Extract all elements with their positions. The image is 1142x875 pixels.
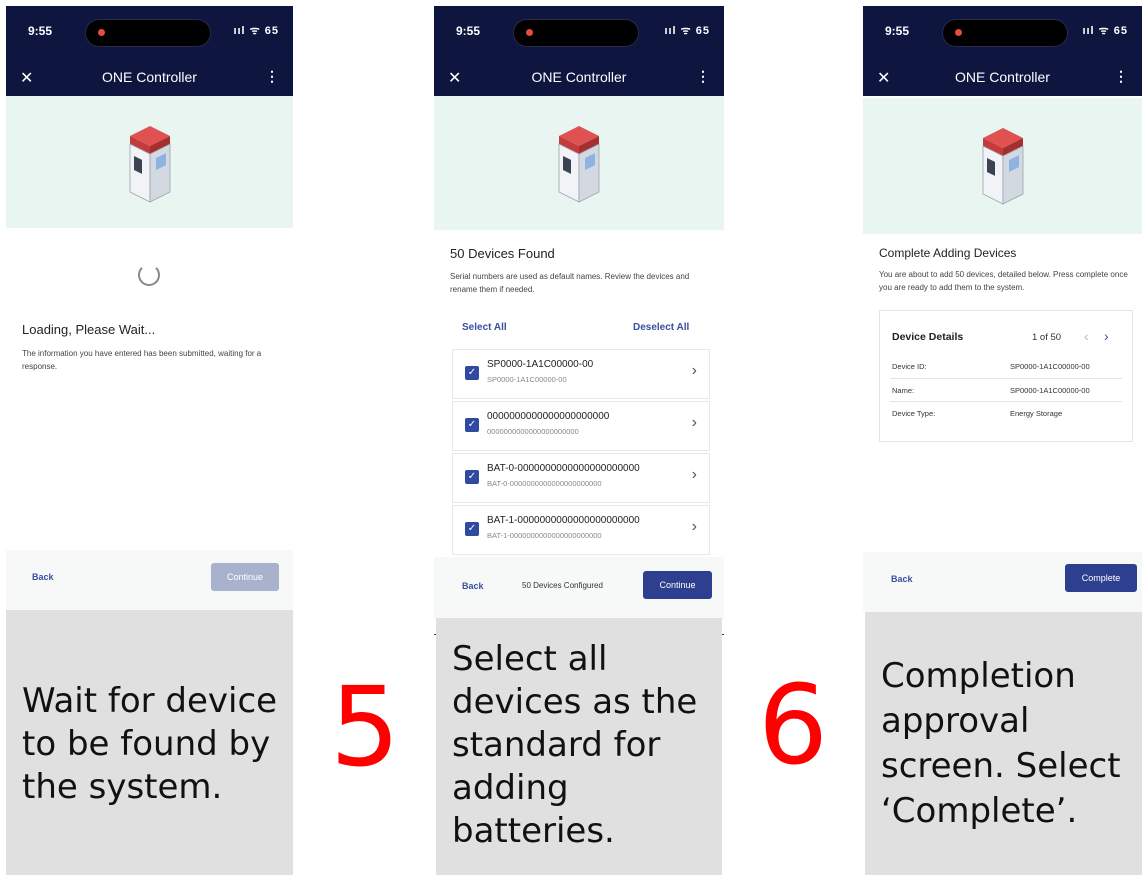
phone-screen-loading: 9:55 ııl ᯤ 65 ✕ ONE Controller ⋮ Loading… xyxy=(6,6,293,610)
device-list-item[interactable]: ✓ BAT-1-0000000000000000000000 BAT-1-000… xyxy=(452,505,710,555)
device-serial: BAT-0-0000000000000000000000 xyxy=(487,479,602,488)
signal-battery-icons: ııl ᯤ 65 xyxy=(1082,25,1128,37)
phone-screen-devices-found: 9:55 ııl ᯤ 65 ✕ ONE Controller ⋮ 50 Devi… xyxy=(434,6,724,635)
checked-checkbox-icon[interactable]: ✓ xyxy=(465,522,479,536)
continue-button[interactable]: Continue xyxy=(643,571,712,599)
detail-key: Device ID: xyxy=(892,362,927,371)
complete-message: You are about to add 50 devices, detaile… xyxy=(879,270,1128,292)
app-bar: ✕ ONE Controller ⋮ xyxy=(434,60,724,96)
recording-dot-icon xyxy=(955,29,962,36)
chevron-right-icon[interactable]: › xyxy=(692,414,697,432)
checked-checkbox-icon[interactable]: ✓ xyxy=(465,418,479,432)
device-name: BAT-1-0000000000000000000000 xyxy=(487,515,640,526)
loading-spinner xyxy=(138,264,160,286)
app-title: ONE Controller xyxy=(955,69,1050,85)
app-title: ONE Controller xyxy=(531,69,627,85)
device-name: SP0000-1A1C00000-00 xyxy=(487,359,594,370)
device-serial: SP0000-1A1C00000-00 xyxy=(487,375,567,384)
device-serial: BAT-1-0000000000000000000000 xyxy=(487,531,602,540)
controller-cabinet-icon xyxy=(982,128,1023,205)
back-button[interactable]: Back xyxy=(32,572,54,582)
detail-value: Energy Storage xyxy=(1010,409,1063,418)
chevron-right-icon[interactable]: › xyxy=(692,518,697,536)
status-time: 9:55 xyxy=(456,24,481,38)
more-menu-icon[interactable]: ⋮ xyxy=(1114,68,1128,85)
devices-found-message: Serial numbers are used as default names… xyxy=(450,272,690,294)
checked-checkbox-icon[interactable]: ✓ xyxy=(465,470,479,484)
controller-cabinet-icon xyxy=(129,126,170,203)
signal-battery-icons: ııl ᯤ 65 xyxy=(664,25,710,37)
pager-text: 1 of 50 xyxy=(1032,332,1062,343)
signal-battery-icons: ııl ᯤ 65 xyxy=(233,25,279,37)
step-number-5: 5 xyxy=(330,663,400,791)
device-illustration-banner xyxy=(434,96,724,230)
app-title: ONE Controller xyxy=(102,69,197,85)
device-details-card: Device Details 1 of 50 ‹ › Device ID: SP… xyxy=(879,310,1133,442)
chevron-right-icon[interactable]: › xyxy=(1104,328,1109,344)
continue-button-disabled[interactable]: Continue xyxy=(211,563,279,591)
complete-button[interactable]: Complete xyxy=(1065,564,1137,592)
detail-value: SP0000-1A1C00000-00 xyxy=(1010,362,1090,371)
bottom-action-bar: Back Continue xyxy=(6,550,293,610)
detail-value: SP0000-1A1C00000-00 xyxy=(1010,386,1090,395)
chevron-right-icon[interactable]: › xyxy=(692,362,697,380)
device-illustration-banner xyxy=(6,96,293,228)
loading-heading: Loading, Please Wait... xyxy=(22,322,156,337)
detail-key: Name: xyxy=(892,386,915,395)
chevron-right-icon[interactable]: › xyxy=(692,466,697,484)
deselect-all-link[interactable]: Deselect All xyxy=(633,322,689,333)
device-list-item[interactable]: ✓ BAT-0-0000000000000000000000 BAT-0-000… xyxy=(452,453,710,503)
bottom-action-bar: Back Complete xyxy=(863,552,1142,612)
loading-message: The information you have entered has bee… xyxy=(22,349,262,371)
status-bar: 9:55 ııl ᯤ 65 xyxy=(6,6,293,60)
dynamic-island xyxy=(943,20,1067,46)
more-menu-icon[interactable]: ⋮ xyxy=(265,68,279,85)
devices-configured-count: 50 Devices Configured xyxy=(522,581,603,590)
devices-found-heading: 50 Devices Found xyxy=(450,246,555,261)
recording-dot-icon xyxy=(526,29,533,36)
caption-text: Wait for device to be found by the syste… xyxy=(22,681,278,807)
status-bar: 9:55 ııl ᯤ 65 xyxy=(863,6,1142,60)
chevron-left-icon[interactable]: ‹ xyxy=(1084,328,1089,344)
complete-heading: Complete Adding Devices xyxy=(879,246,1017,260)
status-time: 9:55 xyxy=(885,24,910,38)
dynamic-island xyxy=(514,20,638,46)
caption-step-select: Select all devices as the standard for a… xyxy=(436,618,722,875)
device-name: BAT-0-0000000000000000000000 xyxy=(487,463,640,474)
device-name: 0000000000000000000000 xyxy=(487,411,610,422)
device-serial: 0000000000000000000000 xyxy=(487,427,579,436)
dynamic-island xyxy=(86,20,210,46)
bottom-action-bar: Back 50 Devices Configured Continue xyxy=(434,557,724,619)
caption-text: Completion approval screen. Select ‘Comp… xyxy=(881,656,1121,831)
detail-key: Device Type: xyxy=(892,409,936,418)
device-illustration-banner xyxy=(863,98,1142,234)
caption-step-complete: Completion approval screen. Select ‘Comp… xyxy=(865,612,1142,875)
status-bar: 9:55 ııl ᯤ 65 xyxy=(434,6,724,60)
caption-text: Select all devices as the standard for a… xyxy=(452,639,698,851)
device-list-item[interactable]: ✓ 0000000000000000000000 000000000000000… xyxy=(452,401,710,451)
checked-checkbox-icon[interactable]: ✓ xyxy=(465,366,479,380)
more-menu-icon[interactable]: ⋮ xyxy=(696,68,710,85)
app-bar: ✕ ONE Controller ⋮ xyxy=(863,60,1142,96)
back-button[interactable]: Back xyxy=(891,574,913,584)
card-title: Device Details xyxy=(892,331,964,343)
detail-row: Device ID: SP0000-1A1C00000-00 xyxy=(890,355,1122,377)
select-all-link[interactable]: Select All xyxy=(462,322,507,333)
caption-step-wait: Wait for device to be found by the syste… xyxy=(6,610,293,875)
controller-cabinet-icon xyxy=(558,126,600,203)
detail-row: Device Type: Energy Storage xyxy=(890,401,1122,424)
recording-dot-icon xyxy=(98,29,105,36)
status-time: 9:55 xyxy=(28,24,53,38)
detail-row: Name: SP0000-1A1C00000-00 xyxy=(890,378,1122,401)
device-list-item[interactable]: ✓ SP0000-1A1C00000-00 SP0000-1A1C00000-0… xyxy=(452,349,710,399)
phone-screen-complete: 9:55 ııl ᯤ 65 ✕ ONE Controller ⋮ Complet… xyxy=(863,6,1142,612)
back-button[interactable]: Back xyxy=(462,581,484,591)
app-bar: ✕ ONE Controller ⋮ xyxy=(6,60,293,96)
step-number-6: 6 xyxy=(758,661,828,789)
